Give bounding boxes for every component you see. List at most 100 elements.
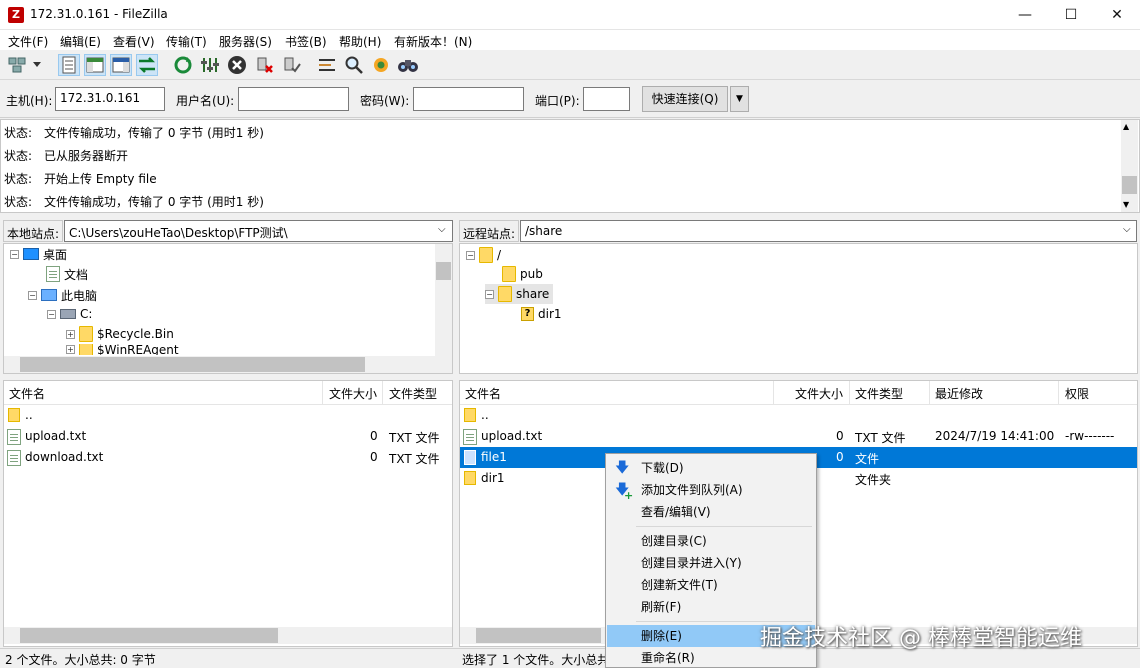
log-scrollbar-thumb[interactable] bbox=[1122, 176, 1137, 194]
password-input[interactable] bbox=[413, 87, 524, 111]
menu-new-version[interactable]: 有新版本！(N) bbox=[394, 33, 472, 50]
tree-item-recycle-bin[interactable]: + $Recycle.Bin bbox=[66, 324, 174, 344]
host-input[interactable]: 172.31.0.161 bbox=[55, 87, 165, 111]
log-line: 状态: 文件传输成功，传输了 0 字节 (用时1 秒) bbox=[4, 124, 264, 141]
file-name: download.txt bbox=[25, 450, 104, 464]
message-log-icon[interactable] bbox=[58, 54, 80, 76]
username-input[interactable] bbox=[238, 87, 349, 111]
dropdown-icon[interactable] bbox=[30, 54, 44, 76]
menu-item-create-directory[interactable]: 创建目录(C) bbox=[607, 530, 815, 552]
menu-item-refresh[interactable]: 刷新(F) bbox=[607, 596, 815, 618]
local-tree-vscrollbar[interactable] bbox=[435, 244, 452, 356]
column-filetype[interactable]: 文件类型 bbox=[855, 385, 903, 402]
tree-item-this-pc[interactable]: − 此电脑 bbox=[28, 285, 97, 305]
tree-item-dir1[interactable]: ? dir1 bbox=[521, 304, 562, 324]
tree-item-winreagent[interactable]: + $WinREAgent bbox=[66, 344, 179, 355]
column-filename[interactable]: 文件名 bbox=[9, 385, 45, 402]
quickconnect-history-dropdown[interactable]: ▼ bbox=[730, 86, 749, 112]
chevron-down-icon[interactable]: ⌵ bbox=[1123, 224, 1131, 235]
collapse-icon[interactable]: − bbox=[47, 309, 56, 319]
folder-icon bbox=[8, 408, 20, 422]
site-manager-icon[interactable] bbox=[6, 54, 28, 76]
column-filesize[interactable]: 文件大小 bbox=[329, 385, 377, 402]
filter-icon[interactable] bbox=[199, 54, 221, 76]
cancel-icon[interactable] bbox=[226, 54, 248, 76]
local-tree-icon[interactable] bbox=[84, 54, 106, 76]
table-row[interactable]: download.txt 0 TXT 文件 bbox=[4, 447, 452, 468]
menu-item-view-edit[interactable]: 查看/编辑(V) bbox=[607, 501, 815, 523]
collapse-icon[interactable]: − bbox=[28, 290, 37, 300]
local-tree-vscroll-thumb[interactable] bbox=[436, 262, 451, 280]
menu-item-create-directory-enter[interactable]: 创建目录并进入(Y) bbox=[607, 552, 815, 574]
log-text: 开始上传 Empty file bbox=[44, 172, 157, 186]
table-row[interactable]: upload.txt 0 TXT 文件 bbox=[4, 426, 452, 447]
close-button[interactable]: ✕ bbox=[1094, 0, 1140, 30]
tree-item-drive-c[interactable]: − C: bbox=[47, 304, 92, 324]
log-scrollbar[interactable] bbox=[1121, 120, 1138, 212]
menu-bookmarks[interactable]: 书签(B) bbox=[285, 33, 327, 50]
menu-server[interactable]: 服务器(S) bbox=[219, 33, 272, 50]
port-input[interactable] bbox=[583, 87, 630, 111]
column-filetype[interactable]: 文件类型 bbox=[389, 385, 437, 402]
table-row[interactable]: upload.txt 0 TXT 文件 2024/7/19 14:41:00 -… bbox=[460, 426, 1137, 447]
tree-item-documents[interactable]: 文档 bbox=[46, 264, 88, 284]
scroll-down-icon[interactable]: ▼ bbox=[1123, 200, 1129, 209]
search-icon[interactable] bbox=[343, 54, 365, 76]
tree-item-root[interactable]: − / bbox=[466, 245, 501, 265]
remote-list-header: 文件名 文件大小 文件类型 最近修改 权限 bbox=[460, 381, 1137, 405]
refresh-icon[interactable] bbox=[172, 54, 194, 76]
column-divider[interactable] bbox=[929, 381, 930, 405]
tree-item-share[interactable]: − share bbox=[485, 284, 554, 304]
menu-file[interactable]: 文件(F) bbox=[8, 33, 48, 50]
remote-list-hscroll-thumb[interactable] bbox=[476, 628, 601, 643]
table-row[interactable]: .. bbox=[460, 405, 1137, 426]
column-divider[interactable] bbox=[1058, 381, 1059, 405]
column-filesize[interactable]: 文件大小 bbox=[795, 385, 843, 402]
scroll-up-icon[interactable]: ▲ bbox=[1123, 122, 1129, 131]
tree-item-pub[interactable]: pub bbox=[502, 264, 543, 284]
menu-view[interactable]: 查看(V) bbox=[113, 33, 155, 50]
expand-icon[interactable]: + bbox=[66, 345, 75, 354]
menu-edit[interactable]: 编辑(E) bbox=[60, 33, 101, 50]
remote-tree-icon[interactable] bbox=[110, 54, 132, 76]
log-line: 状态: 文件传输成功，传输了 0 字节 (用时1 秒) bbox=[4, 193, 264, 210]
menu-item-create-file[interactable]: 创建新文件(T) bbox=[607, 574, 815, 596]
menu-item-add-to-queue[interactable]: 🡇 + 添加文件到队列(A) bbox=[607, 479, 815, 502]
disconnect-icon[interactable] bbox=[254, 54, 276, 76]
collapse-icon[interactable]: − bbox=[10, 249, 19, 259]
collapse-icon[interactable]: − bbox=[466, 250, 475, 260]
find-icon[interactable] bbox=[397, 54, 419, 76]
column-modified[interactable]: 最近修改 bbox=[935, 385, 983, 402]
local-list-hscroll-thumb[interactable] bbox=[20, 628, 278, 643]
expand-icon[interactable]: + bbox=[66, 329, 75, 339]
column-divider[interactable] bbox=[382, 381, 383, 405]
menu-item-download[interactable]: 🡇 下载(D) bbox=[607, 457, 815, 479]
table-row[interactable]: .. bbox=[4, 405, 452, 426]
tree-item-label: $Recycle.Bin bbox=[97, 327, 174, 341]
directory-compare-icon[interactable] bbox=[316, 54, 338, 76]
file-name: upload.txt bbox=[25, 429, 87, 443]
column-filename[interactable]: 文件名 bbox=[465, 385, 501, 402]
column-permissions[interactable]: 权限 bbox=[1065, 385, 1089, 402]
local-path-input[interactable]: C:\Users\zouHeTao\Desktop\FTP测试\ bbox=[64, 220, 453, 242]
minimize-button[interactable]: — bbox=[1002, 0, 1048, 30]
column-divider[interactable] bbox=[849, 381, 850, 405]
reconnect-icon[interactable] bbox=[281, 54, 303, 76]
transfer-queue-icon[interactable] bbox=[136, 54, 158, 76]
tree-item-label: share bbox=[516, 287, 550, 301]
menu-help[interactable]: 帮助(H) bbox=[339, 33, 381, 50]
maximize-button[interactable]: ☐ bbox=[1048, 0, 1094, 30]
menu-transfer[interactable]: 传输(T) bbox=[166, 33, 207, 50]
collapse-icon[interactable]: − bbox=[485, 289, 494, 299]
sync-browse-icon[interactable] bbox=[370, 54, 392, 76]
log-line: 状态: 开始上传 Empty file bbox=[4, 170, 157, 187]
chevron-down-icon[interactable]: ⌵ bbox=[438, 224, 446, 235]
column-divider[interactable] bbox=[773, 381, 774, 405]
local-tree-hscroll-thumb[interactable] bbox=[20, 357, 365, 372]
tree-item-desktop[interactable]: − 桌面 bbox=[10, 244, 67, 264]
column-divider[interactable] bbox=[322, 381, 323, 405]
local-status-text: 2 个文件。大小总共: 0 字节 bbox=[5, 653, 156, 667]
quickconnect-button[interactable]: 快速连接(Q) bbox=[642, 86, 728, 112]
remote-path-input[interactable]: /share bbox=[520, 220, 1137, 242]
log-text: 文件传输成功，传输了 0 字节 (用时1 秒) bbox=[44, 195, 264, 209]
